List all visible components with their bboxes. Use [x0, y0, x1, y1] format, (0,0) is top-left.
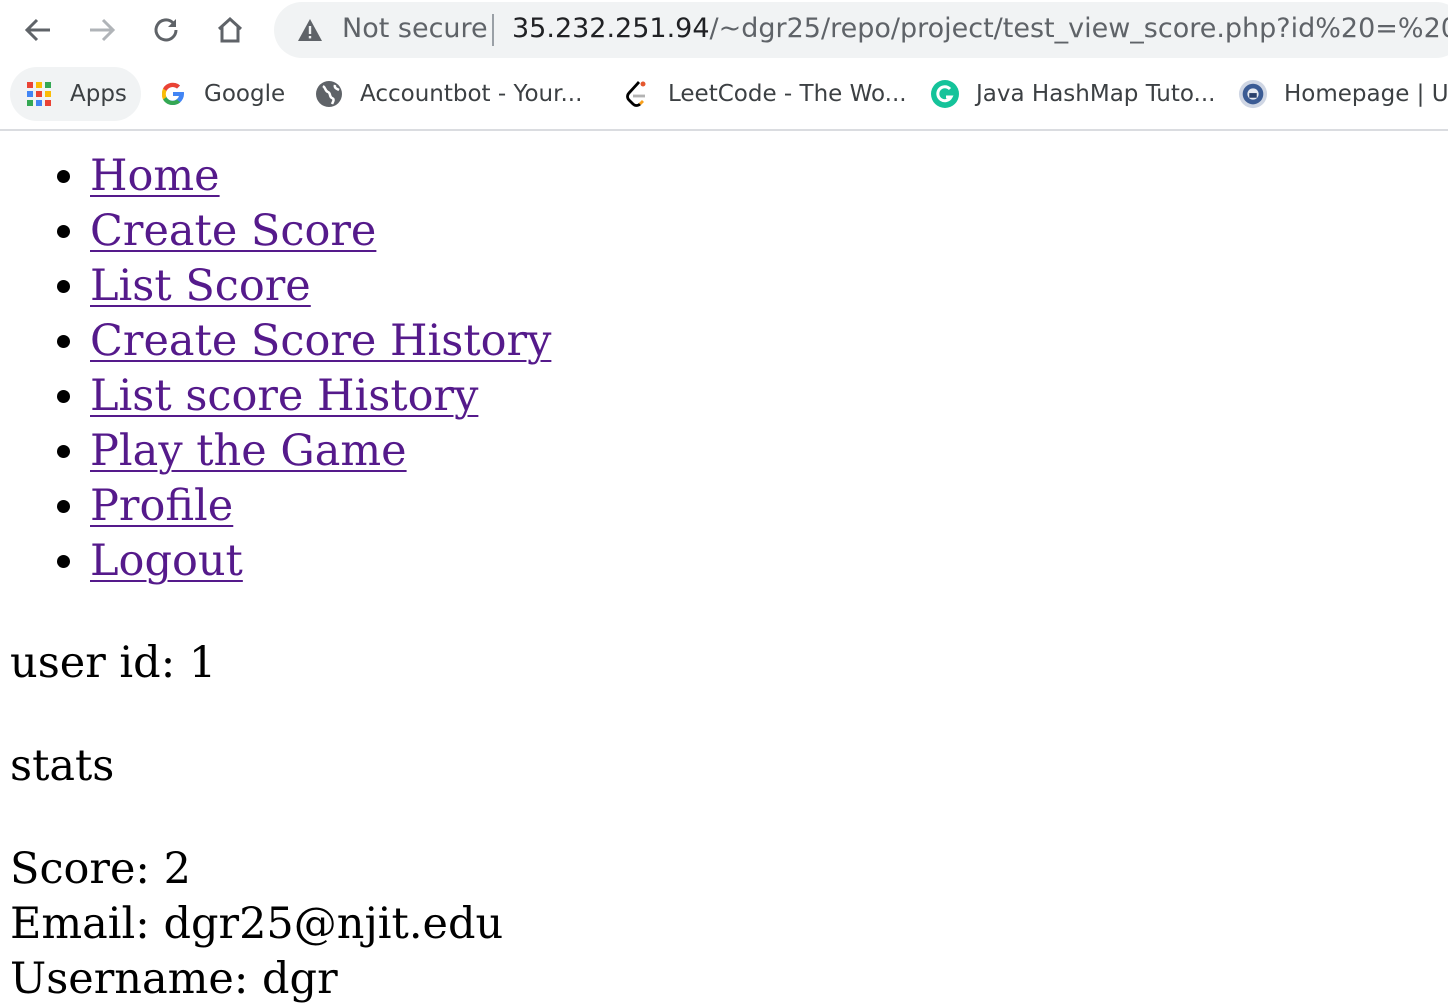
bookmark-label: Google [204, 81, 286, 107]
nav-link-create-score[interactable]: Create Score [90, 206, 376, 256]
score-text: Score: 2 [10, 844, 191, 894]
user-id-text: user id: 1 [10, 638, 217, 688]
arrow-right-icon [90, 18, 116, 42]
bookmark-label: Java HashMap Tuto... [976, 81, 1216, 107]
main-nav: Home Create Score List Score Create Scor… [90, 149, 551, 589]
bookmark-leetcode[interactable]: LeetCode - The Wo... [622, 67, 907, 121]
username-text: Username: dgr [10, 954, 338, 1004]
omnibox-divider [492, 14, 494, 46]
nav-link-play-the-game[interactable]: Play the Game [90, 426, 407, 476]
nav-item-logout: Logout [90, 534, 551, 589]
google-icon [158, 79, 188, 109]
bookmark-apps[interactable]: Apps [10, 67, 141, 121]
apps-grid-icon [24, 79, 54, 109]
bookmark-label: Accountbot - Your... [360, 81, 583, 107]
globe-icon [314, 79, 344, 109]
bookmark-label: Apps [70, 81, 127, 107]
stats-heading: stats [10, 741, 115, 791]
address-bar[interactable]: Not secure 35.232.251.94/~dgr25/repo/pro… [274, 2, 1448, 58]
nav-link-profile[interactable]: Profile [90, 481, 233, 531]
bookmark-google[interactable]: Google [158, 67, 285, 121]
grammarly-icon [930, 79, 960, 109]
nav-link-home[interactable]: Home [90, 151, 220, 201]
leetcode-icon [622, 79, 652, 109]
home-icon [217, 16, 243, 43]
bookmark-label: LeetCode - The Wo... [668, 81, 907, 107]
nav-item-home: Home [90, 149, 551, 204]
nav-item-play-the-game: Play the Game [90, 424, 551, 479]
url-host: 35.232.251.94 [512, 13, 710, 44]
bookmark-label: Homepage | US [1284, 81, 1448, 107]
nav-link-list-score-history[interactable]: List score History [90, 371, 478, 421]
seal-icon [1238, 79, 1268, 109]
nav-link-logout[interactable]: Logout [90, 536, 243, 586]
nav-link-list-score[interactable]: List Score [90, 261, 311, 311]
security-label[interactable]: Not secure [342, 13, 488, 44]
url-path: /~dgr25/repo/project/test_view_score.php… [709, 13, 1448, 44]
nav-item-create-score: Create Score [90, 204, 551, 259]
arrow-left-icon [24, 18, 50, 42]
bookmark-java-hashmap[interactable]: Java HashMap Tuto... [930, 67, 1215, 121]
email-text: Email: dgr25@njit.edu [10, 899, 504, 949]
bookmark-accountbot[interactable]: Accountbot - Your... [314, 67, 582, 121]
nav-item-list-score: List Score [90, 259, 551, 314]
back-button[interactable] [18, 10, 58, 50]
forward-button[interactable] [82, 10, 122, 50]
reload-button[interactable] [146, 10, 186, 50]
nav-item-create-score-history: Create Score History [90, 314, 551, 369]
nav-link-create-score-history[interactable]: Create Score History [90, 316, 551, 366]
warning-icon[interactable] [296, 16, 324, 51]
home-button[interactable] [210, 10, 250, 50]
browser-toolbar: Not secure 35.232.251.94/~dgr25/repo/pro… [0, 0, 1448, 60]
page-content: Home Create Score List Score Create Scor… [0, 131, 1448, 1004]
bookmarks-bar: Apps Google Accountbot - Your... LeetCod… [0, 60, 1448, 131]
reload-icon [154, 18, 178, 42]
nav-item-profile: Profile [90, 479, 551, 534]
url-text[interactable]: 35.232.251.94/~dgr25/repo/project/test_v… [512, 13, 1448, 44]
nav-item-list-score-history: List score History [90, 369, 551, 424]
bookmark-homepage[interactable]: Homepage | US [1238, 67, 1448, 121]
